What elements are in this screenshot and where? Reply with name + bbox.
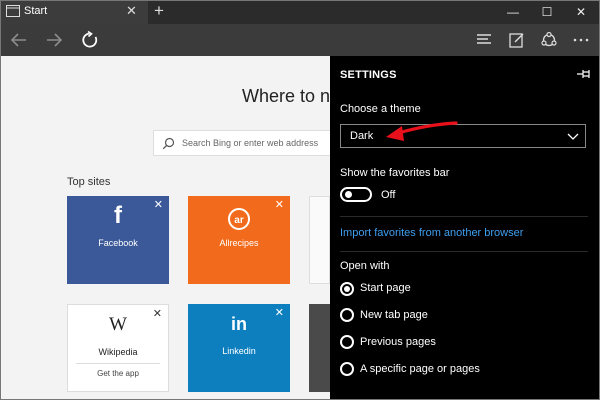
divider [76, 363, 160, 364]
radio-selected-dot [344, 286, 350, 292]
top-sites-label: Top sites [67, 176, 111, 188]
radio-label-specific-pages: A specific page or pages [360, 363, 480, 375]
tile-label: Allrecipes [219, 238, 259, 248]
tile-empty[interactable] [309, 196, 330, 284]
title-bar: Start ✕ + — ☐ ✕ [0, 0, 600, 24]
choose-theme-label: Choose a theme [340, 103, 421, 115]
divider [340, 216, 588, 217]
radio-start-page[interactable] [340, 282, 354, 296]
tile-empty[interactable] [309, 304, 330, 392]
pin-icon[interactable] [577, 69, 591, 79]
tile-wikipedia[interactable]: ✕ W Wikipedia Get the app [67, 304, 169, 392]
theme-dropdown-value: Dark [350, 130, 374, 142]
page-heading: Where to ne [242, 86, 341, 106]
radio-specific-pages[interactable] [340, 362, 354, 376]
favorites-bar-toggle[interactable] [340, 187, 372, 202]
radio-new-tab-page[interactable] [340, 308, 354, 322]
favorites-bar-state: Off [381, 189, 396, 201]
forward-arrow-icon[interactable] [44, 30, 64, 50]
tab-title: Start [24, 5, 48, 17]
annotation-arrow-icon [386, 121, 458, 141]
browser-window: Start ✕ + — ☐ ✕ Where to ne Search Bing … [0, 0, 600, 400]
tile-linkedin[interactable]: ✕ in Linkedin [188, 304, 290, 392]
tile-close-icon[interactable]: ✕ [275, 198, 284, 211]
favorites-bar-label: Show the favorites bar [340, 167, 450, 179]
theme-dropdown[interactable]: Dark [340, 124, 586, 148]
close-button[interactable]: ✕ [564, 0, 598, 24]
minimize-button[interactable]: — [496, 0, 530, 24]
allrecipes-logo-icon: ar [228, 208, 250, 230]
chevron-down-icon [567, 133, 579, 140]
radio-label-start-page: Start page [360, 282, 411, 294]
radio-previous-pages[interactable] [340, 335, 354, 349]
search-icon [162, 137, 175, 150]
web-note-icon[interactable] [507, 30, 527, 50]
radio-label-new-tab-page: New tab page [360, 309, 428, 321]
get-app-link[interactable]: Get the app [68, 369, 168, 378]
search-input[interactable] [182, 134, 332, 152]
new-tab-button[interactable]: + [154, 1, 164, 21]
tile-facebook[interactable]: ✕ f Facebook [67, 196, 169, 284]
maximize-button[interactable]: ☐ [530, 0, 564, 24]
edge-page-icon [6, 5, 20, 17]
share-icon[interactable] [539, 30, 559, 50]
search-box[interactable] [153, 130, 333, 156]
import-favorites-link[interactable]: Import favorites from another browser [340, 227, 523, 239]
linkedin-logo-icon: in [231, 314, 247, 334]
toggle-knob [345, 191, 352, 198]
tile-label: Linkedin [222, 346, 256, 356]
tile-label: Wikipedia [98, 347, 138, 357]
tab-close-icon[interactable]: ✕ [126, 3, 137, 19]
tile-label: Facebook [98, 238, 138, 248]
settings-panel: SETTINGS Choose a theme Dark Show the fa… [330, 56, 600, 400]
refresh-icon[interactable] [80, 30, 100, 50]
navigation-bar [0, 24, 600, 56]
facebook-logo-icon: f [114, 202, 122, 229]
more-icon[interactable] [571, 30, 591, 50]
open-with-label: Open with [340, 260, 390, 272]
settings-title: SETTINGS [340, 69, 397, 81]
tab-start[interactable]: Start ✕ [0, 0, 148, 24]
hub-icon[interactable] [474, 30, 494, 50]
divider [340, 251, 588, 252]
back-arrow-icon[interactable] [9, 30, 29, 50]
wikipedia-logo-icon: W [109, 314, 127, 335]
tile-allrecipes[interactable]: ✕ ar Allrecipes [188, 196, 290, 284]
radio-label-previous-pages: Previous pages [360, 336, 436, 348]
